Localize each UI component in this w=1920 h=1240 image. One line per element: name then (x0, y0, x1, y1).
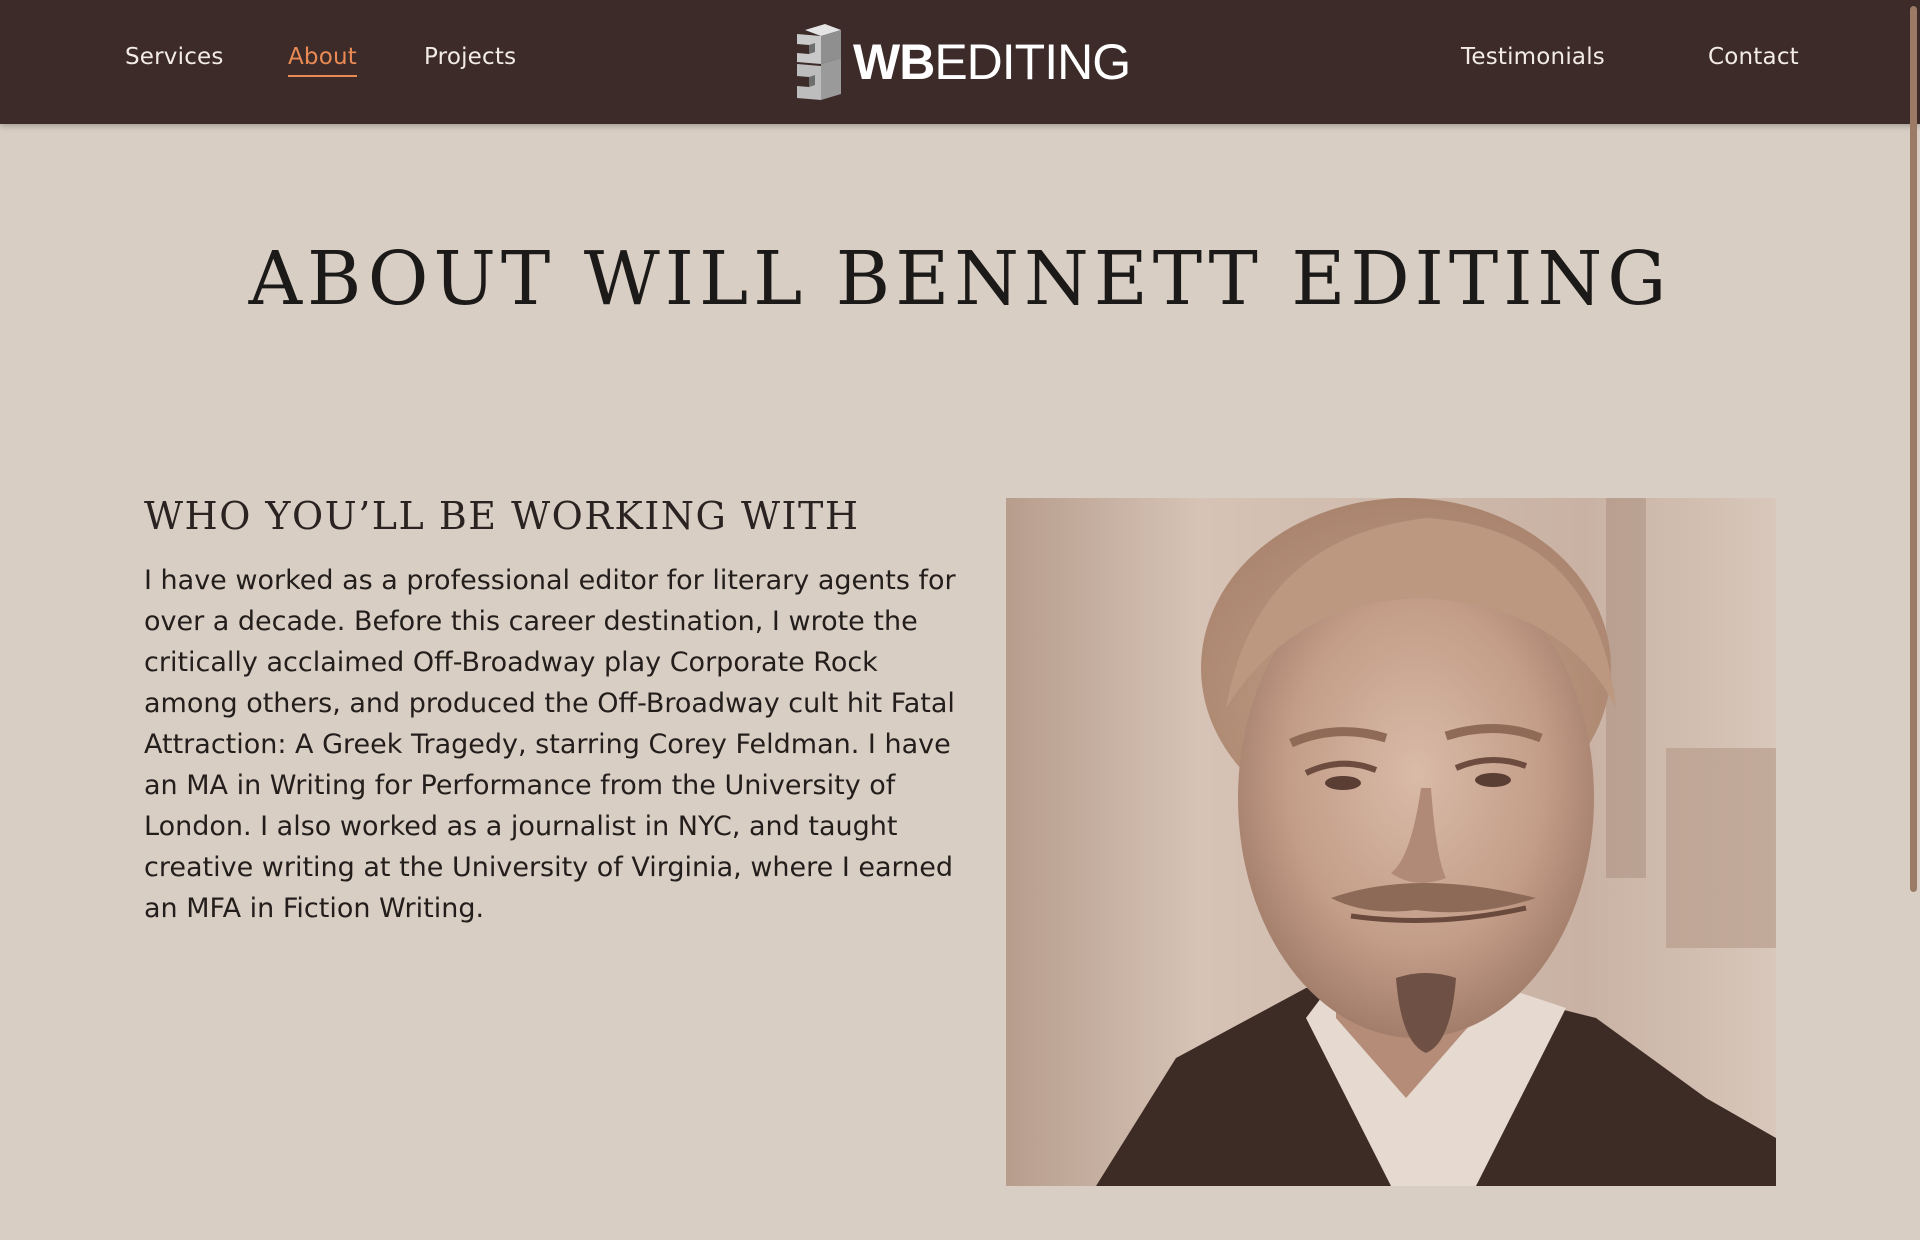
logo-wordmark: WBEDITING (853, 34, 1131, 90)
logo-wb: WB (853, 34, 935, 90)
page-title: ABOUT WILL BENNETT EDITING (248, 236, 1672, 322)
scrollbar-thumb[interactable] (1910, 6, 1917, 892)
bio-line: an MFA in Fiction Writing. (144, 893, 485, 924)
bio-line: London. I also worked as a journalist in… (144, 811, 898, 842)
nav-link-contact[interactable]: Contact (1708, 44, 1799, 70)
bio-line: critically acclaimed Off-Broadway play C… (144, 647, 878, 678)
stacked-b-logo-icon (797, 24, 841, 100)
nav-link-projects[interactable]: Projects (424, 44, 516, 70)
site-header: Services About Projects WBEDITING Testim… (0, 0, 1920, 124)
nav-link-services[interactable]: Services (125, 44, 224, 70)
nav-link-testimonials[interactable]: Testimonials (1461, 44, 1605, 70)
bio-line: I have worked as a professional editor f… (144, 565, 956, 596)
bio-line: creative writing at the University of Vi… (144, 852, 954, 883)
nav-link-about[interactable]: About (288, 44, 358, 77)
site-logo[interactable]: WBEDITING (795, 24, 1131, 100)
bio-line: an MA in Writing for Performance from th… (144, 770, 896, 801)
bio-line: Attraction: A Greek Tragedy, starring Co… (144, 729, 951, 760)
bio-paragraph: I have worked as a professional editor f… (144, 560, 966, 929)
section-heading: WHO YOU’LL BE WORKING WITH (144, 494, 860, 538)
bio-line: among others, and produced the Off-Broad… (144, 688, 955, 719)
page: Services About Projects WBEDITING Testim… (0, 0, 1920, 1240)
bio-line: over a decade. Before this career destin… (144, 606, 918, 637)
scrollbar[interactable] (1906, 0, 1920, 1240)
portrait-photo (1006, 498, 1776, 1186)
logo-editing: EDITING (934, 34, 1131, 90)
